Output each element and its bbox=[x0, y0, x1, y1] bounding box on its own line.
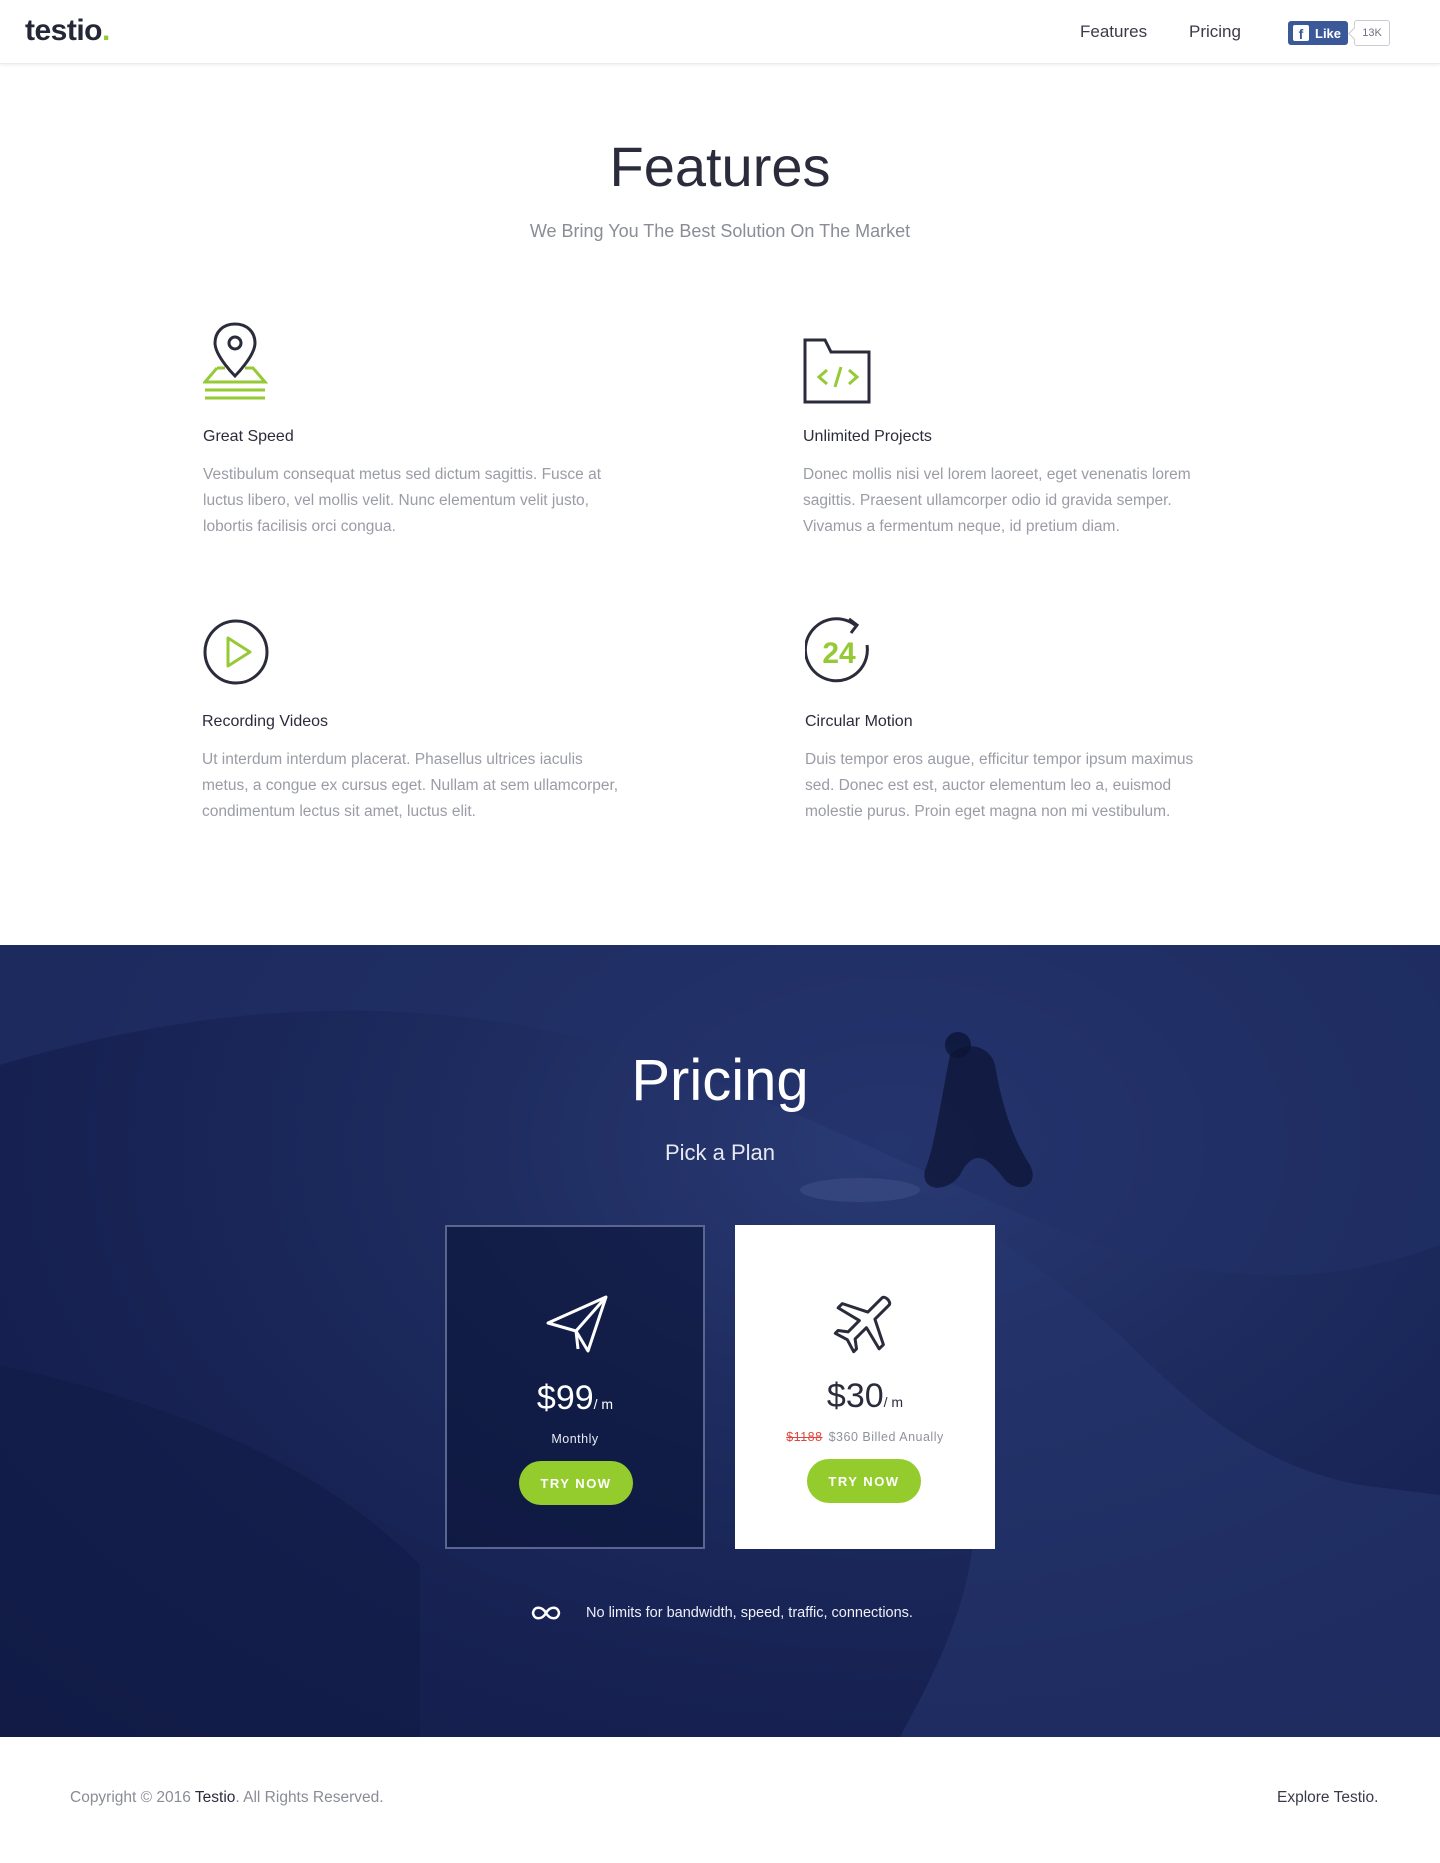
features-title: Features bbox=[609, 135, 831, 198]
copyright: Copyright © 2016 Testio. All Rights Rese… bbox=[70, 1789, 384, 1806]
footer-brand-link[interactable]: Testio bbox=[195, 1789, 236, 1806]
feature-text: Duis tempor eros augue, efficitur tempor… bbox=[805, 751, 1194, 820]
facebook-like-label: Like bbox=[1315, 25, 1342, 41]
pricing-section: Pricing Pick a Plan $99/ m Monthly TRY N… bbox=[0, 945, 1440, 1737]
no-limits-note: No limits for bandwidth, speed, traffic,… bbox=[528, 1602, 913, 1624]
clock-24-icon: 24 bbox=[803, 617, 869, 683]
pricing-subtitle: Pick a Plan bbox=[664, 1140, 776, 1165]
plan-card-annual: $30/ m $1188 $360 Billed Anually TRY NOW bbox=[735, 1225, 995, 1549]
feature-circular-motion: 24 Circular Motion Duis tempor eros augu… bbox=[803, 605, 1245, 820]
feature-recording-videos: Recording Videos Ut interdum interdum pl… bbox=[202, 605, 642, 820]
nav-link-pricing[interactable]: Pricing bbox=[1189, 22, 1241, 42]
code-folder-icon bbox=[803, 338, 871, 404]
svg-text:24: 24 bbox=[822, 637, 856, 670]
plan-price: $30/ m bbox=[826, 1377, 904, 1415]
plan-period: $1188 $360 Billed Anually bbox=[786, 1430, 944, 1444]
plan-price: $99/ m bbox=[536, 1379, 614, 1417]
feature-text: Vestibulum consequat metus sed dictum sa… bbox=[203, 466, 602, 535]
feature-title: Unlimited Projects bbox=[803, 428, 932, 445]
nav-link-features[interactable]: Features bbox=[1080, 22, 1147, 42]
facebook-icon: f bbox=[1293, 25, 1309, 41]
feature-text: Donec mollis nisi vel lorem laoreet, ege… bbox=[803, 466, 1191, 535]
site-header: testio. Features Pricing f Like 13K bbox=[0, 0, 1440, 64]
try-now-button-monthly[interactable]: TRY NOW bbox=[519, 1461, 633, 1505]
plan-period: Monthly bbox=[551, 1432, 599, 1446]
feature-text: Ut interdum interdum placerat. Phasellus… bbox=[202, 751, 619, 820]
no-limits-text: No limits for bandwidth, speed, traffic,… bbox=[586, 1605, 913, 1621]
facebook-like-count: 13K bbox=[1354, 20, 1390, 46]
facebook-like-button[interactable]: f Like bbox=[1288, 21, 1348, 45]
feature-title: Recording Videos bbox=[202, 713, 329, 730]
pricing-title: Pricing bbox=[631, 1048, 809, 1113]
feature-unlimited-projects: Unlimited Projects Donec mollis nisi vel… bbox=[803, 320, 1243, 535]
plan-card-monthly: $99/ m Monthly TRY NOW bbox=[445, 1225, 705, 1549]
infinity-icon bbox=[531, 1606, 561, 1620]
airplane-icon bbox=[833, 1295, 892, 1354]
feature-title: Great Speed bbox=[203, 428, 294, 445]
play-circle-icon bbox=[203, 619, 269, 685]
paper-plane-icon bbox=[546, 1295, 608, 1353]
features-subtitle: We Bring You The Best Solution On The Ma… bbox=[529, 221, 911, 241]
feature-great-speed: Great Speed Vestibulum consequat metus s… bbox=[201, 320, 643, 535]
logo[interactable]: testio. bbox=[25, 14, 110, 48]
feature-title: Circular Motion bbox=[805, 713, 913, 730]
map-pin-icon bbox=[201, 322, 269, 400]
try-now-button-annual[interactable]: TRY NOW bbox=[807, 1459, 921, 1503]
explore-link[interactable]: Explore Testio. bbox=[1277, 1789, 1378, 1807]
old-price: $1188 bbox=[786, 1430, 823, 1444]
